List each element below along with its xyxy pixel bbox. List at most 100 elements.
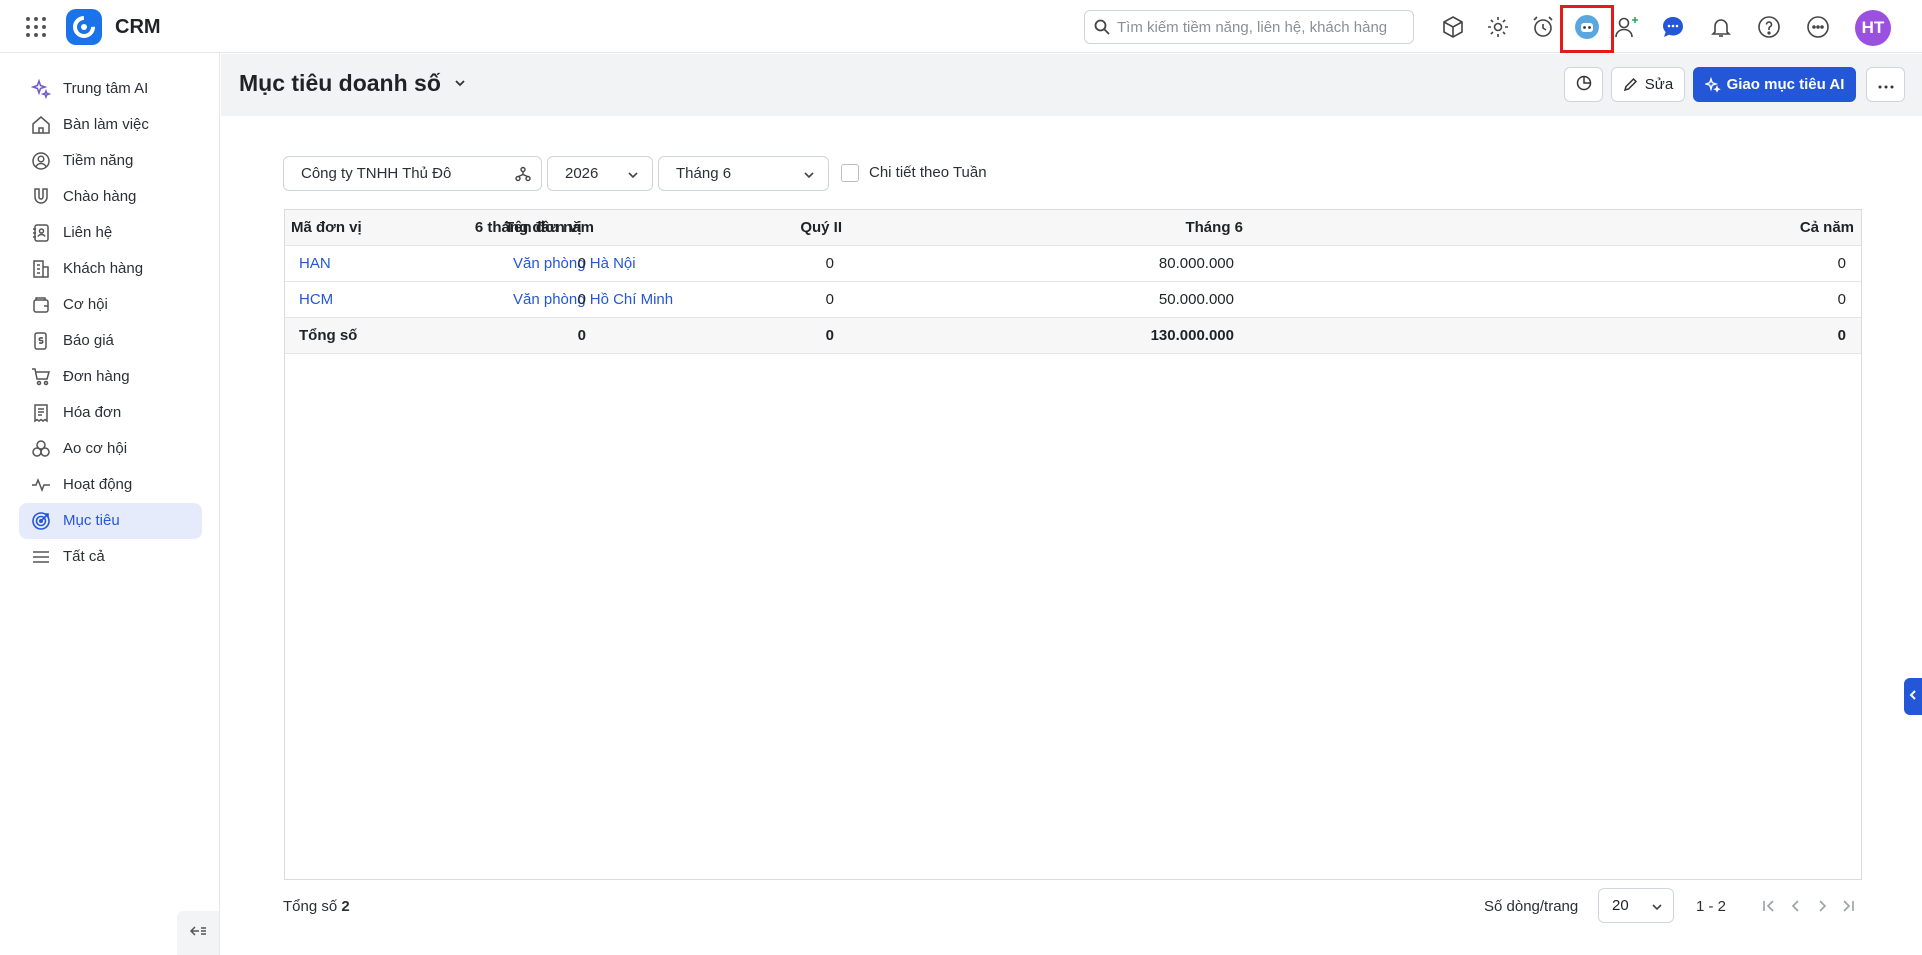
more-options-icon[interactable] [1805,14,1831,40]
sidebar-item-contacts[interactable]: Liên hệ [19,215,202,251]
sparkle-icon [30,78,52,100]
edit-label: Sửa [1644,76,1674,93]
next-page-icon[interactable] [1812,896,1832,916]
unit-name[interactable]: Văn phòng Hồ Chí Minh [513,291,673,308]
more-actions-button[interactable] [1866,67,1905,102]
total-count: Tổng số 2 [283,898,350,915]
page-range: 1 - 2 [1696,898,1727,915]
collapse-left-icon [189,924,207,943]
sidebar-item-activities[interactable]: Hoạt động [19,467,202,503]
crm-logo-icon[interactable] [66,9,102,45]
quote-icon [31,331,51,351]
bell-icon[interactable] [1708,14,1734,40]
total-count-value: 2 [341,898,350,915]
prev-page-icon[interactable] [1786,896,1806,916]
table-row[interactable]: HCM Văn phòng Hồ Chí Minh 50.000.000 0 0 0 [285,282,1861,318]
pencil-icon [1623,77,1638,92]
company-value: Công ty TNHH Thủ Đô [301,165,452,182]
month-value: Tháng 6 [676,165,732,182]
search-icon [1094,19,1110,40]
apps-grid-icon[interactable] [24,15,48,39]
targets-table: Mã đơn vị Tên đơn vị Tháng 6 Quý II 6 tháng … [284,209,1862,880]
last-page-icon[interactable] [1838,896,1858,916]
sidebar-item-opportunity-pool[interactable]: Ao cơ hội [19,431,202,467]
sidebar-item-leads[interactable]: Tiềm năng [19,143,202,179]
menu-icon [31,547,51,567]
unit-code[interactable]: HAN [299,255,331,272]
expand-panel-button[interactable] [1904,678,1922,715]
value-cell: 0 [577,327,586,344]
table-total-row[interactable]: Tổng số 130.000.000 0 0 0 [285,318,1861,354]
column-header[interactable]: Tháng 6 [1185,219,1243,236]
org-tree-icon [515,166,531,186]
sidebar-item-ai-center[interactable]: Trung tâm AI [19,71,202,107]
page-header: Mục tiêu doanh số Sửa Giao mục tiêu AI [221,54,1922,116]
unit-name[interactable]: Văn phòng Hà Nội [513,255,636,272]
sidebar-item-customers[interactable]: Khách hàng [19,251,202,287]
add-user-icon[interactable] [1614,14,1640,40]
company-selector[interactable]: Công ty TNHH Thủ Đô [283,156,542,191]
column-header[interactable]: Cả năm [1800,219,1854,236]
sidebar-item-quotes[interactable]: Báo giá [19,323,202,359]
app-name: CRM [115,16,161,38]
value-cell: 0 [1837,327,1846,344]
table-row[interactable]: HAN Văn phòng Hà Nội 80.000.000 0 0 0 [285,246,1861,282]
home-icon [31,115,51,135]
sidebar-item-offers[interactable]: Chào hàng [19,179,202,215]
activity-icon [31,475,51,495]
user-avatar[interactable]: HT [1855,10,1891,46]
user-circle-icon [31,151,51,171]
unit-code: Tổng số [299,327,358,344]
sidebar-item-targets[interactable]: Mục tiêu [19,503,202,539]
top-bar: CRM HT [0,0,1922,53]
chevron-down-icon [1650,900,1664,919]
global-search[interactable] [1084,10,1414,44]
sidebar-item-all[interactable]: Tất cả [19,539,202,575]
year-value: 2026 [565,165,599,182]
chat-icon[interactable] [1660,14,1686,40]
alarm-clock-icon[interactable] [1530,14,1556,40]
column-header[interactable]: Quý II [800,219,842,236]
value-cell: 0 [825,327,834,344]
sidebar: Trung tâm AI Bàn làm việc Tiềm năng Chào… [0,53,220,955]
edit-button[interactable]: Sửa [1611,67,1685,102]
gear-icon[interactable] [1485,14,1511,40]
ellipsis-icon [1878,76,1894,93]
wallet-icon [31,295,51,315]
report-button[interactable] [1564,67,1603,102]
first-page-icon[interactable] [1759,896,1779,916]
highlight-box [1560,5,1614,53]
value-cell: 80.000.000 [1158,255,1234,272]
weekly-detail-checkbox[interactable] [841,164,859,182]
sidebar-item-workspace[interactable]: Bàn làm việc [19,107,202,143]
help-icon[interactable] [1756,14,1782,40]
value-cell: 0 [1837,255,1846,272]
table-header-row: Mã đơn vị Tên đơn vị Tháng 6 Quý II 6 tháng … [285,210,1861,246]
value-cell: 0 [577,255,586,272]
collapse-sidebar-button[interactable] [177,911,219,955]
chevron-down-icon[interactable] [453,76,467,95]
building-icon [31,259,51,279]
month-select[interactable]: Tháng 6 [658,156,829,191]
magnet-icon [31,187,51,207]
sidebar-item-opportunities[interactable]: Cơ hội [19,287,202,323]
column-header[interactable]: Mã đơn vị [291,219,362,236]
value-cell: 0 [825,291,834,308]
year-select[interactable]: 2026 [547,156,653,191]
sidebar-item-orders[interactable]: Đơn hàng [19,359,202,395]
package-search-icon[interactable] [1440,14,1466,40]
chevron-down-icon [802,168,816,186]
sparkle-icon [1704,76,1721,93]
circles-icon [31,439,51,459]
ai-assign-target-button[interactable]: Giao mục tiêu AI [1693,67,1856,102]
rows-per-page-label: Số dòng/trang [1484,898,1579,915]
search-input[interactable] [1117,15,1407,39]
target-icon [31,511,51,531]
rows-per-page-select[interactable]: 20 [1598,888,1674,923]
value-cell: 0 [1837,291,1846,308]
sidebar-item-invoices[interactable]: Hóa đơn [19,395,202,431]
rows-per-page-value: 20 [1612,897,1629,914]
unit-code[interactable]: HCM [299,291,333,308]
column-header[interactable]: 6 tháng đầu năm [475,219,594,236]
ai-assign-label: Giao mục tiêu AI [1726,76,1845,93]
